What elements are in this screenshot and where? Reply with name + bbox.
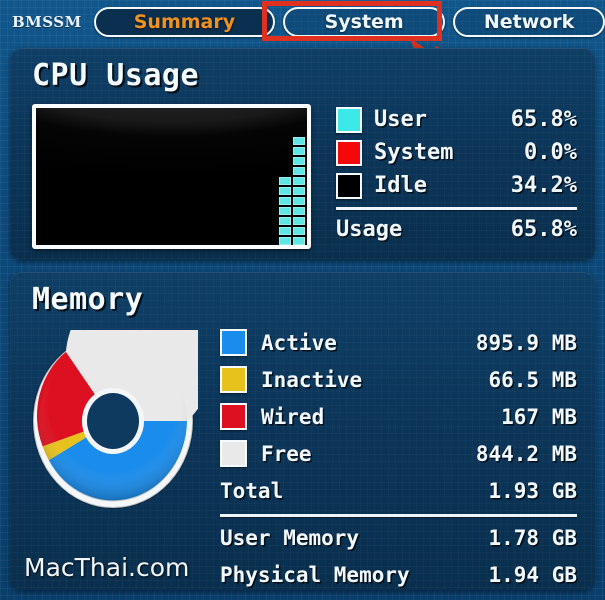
user-memory-value: 1.78 GB: [488, 526, 577, 550]
cpu-led-segment: [279, 217, 291, 225]
cpu-stat-row-idle: Idle 34.2%: [336, 169, 577, 202]
memory-legend-swatch-free: [220, 440, 247, 467]
cpu-stats-list: User 65.8% System 0.0% Idle 34.2% Usage …: [336, 103, 577, 246]
memory-stat-row-active: Active 895.9 MB: [220, 324, 577, 361]
memory-stat-label: Wired: [261, 404, 325, 429]
cpu-led-segment: [293, 137, 305, 145]
cpu-stat-row-user: User 65.8%: [336, 103, 577, 136]
cpu-led-segment: [279, 187, 291, 195]
memory-legend-swatch-active: [220, 329, 247, 356]
cpu-legend-swatch-system: [336, 139, 362, 166]
cpu-led-segment: [293, 197, 305, 205]
memory-stat-label: Free: [261, 441, 312, 466]
cpu-usage-panel: CPU Usage User 65.8% System 0.0% Idle 34…: [10, 48, 595, 260]
site-watermark: MacThai.com: [24, 553, 190, 582]
memory-stat-value: 844.2 MB: [475, 441, 577, 466]
tab-system[interactable]: System: [283, 7, 446, 37]
memory-panel-title: Memory: [32, 282, 144, 317]
cpu-led-segment: [293, 207, 305, 215]
user-memory-label: User Memory: [220, 526, 360, 550]
memory-total-label: Total: [220, 478, 284, 503]
cpu-led-segment: [293, 187, 305, 195]
memory-stats-divider: [220, 514, 577, 517]
memory-legend-swatch-wired: [220, 403, 247, 430]
memory-stat-row-free: Free 844.2 MB: [220, 435, 577, 472]
cpu-led-segment: [293, 227, 305, 235]
memory-stat-label: Inactive: [261, 367, 363, 392]
tab-network[interactable]: Network: [453, 7, 605, 37]
memory-legend-swatch-inactive: [220, 366, 247, 393]
memory-stat-row-wired: Wired 167 MB: [220, 398, 577, 435]
memory-donut-svg: [32, 278, 214, 509]
cpu-panel-title: CPU Usage: [32, 58, 200, 93]
cpu-legend-swatch-idle: [336, 172, 362, 199]
cpu-led-segment: [279, 227, 291, 235]
physical-memory-value: 1.94 GB: [488, 563, 577, 587]
cpu-graph-bars: [279, 137, 305, 245]
memory-stat-value: 167 MB: [501, 404, 577, 429]
cpu-stat-row-usage: Usage 65.8%: [336, 213, 577, 246]
cpu-stats-divider: [336, 207, 577, 210]
cpu-stat-label: System: [374, 140, 454, 165]
memory-total-value: 1.93 GB: [488, 478, 577, 503]
physical-memory-label: Physical Memory: [220, 563, 410, 587]
memory-panel: Memory Active 895.9 MB Inactive 66.5 MB …: [10, 272, 595, 590]
bmssm-widget: BMSSM Summary System Network CPU Usage U…: [0, 0, 605, 600]
cpu-led-segment: [279, 207, 291, 215]
cpu-led-segment: [293, 237, 305, 245]
cpu-led-segment: [293, 177, 305, 185]
cpu-stat-value: 65.8%: [510, 107, 577, 132]
cpu-led-segment: [293, 147, 305, 155]
tab-summary[interactable]: Summary: [93, 7, 276, 37]
cpu-led-segment: [279, 177, 291, 185]
cpu-legend-swatch-user: [336, 106, 362, 133]
cpu-usage-value: 65.8%: [510, 216, 577, 242]
cpu-history-graph[interactable]: [32, 104, 311, 249]
cpu-graph-canvas: [36, 108, 307, 245]
memory-stat-row-user-memory: User Memory 1.78 GB: [220, 520, 577, 557]
tab-bar: BMSSM Summary System Network: [0, 0, 605, 44]
memory-stats-list: Active 895.9 MB Inactive 66.5 MB Wired 1…: [220, 324, 577, 594]
cpu-stat-label: Idle: [374, 173, 427, 198]
cpu-graph-bar-column: [279, 177, 291, 245]
memory-stat-row-total: Total 1.93 GB: [220, 472, 577, 509]
memory-stat-value: 66.5 MB: [488, 367, 577, 392]
cpu-led-segment: [279, 237, 291, 245]
cpu-led-segment: [293, 217, 305, 225]
cpu-led-segment: [293, 167, 305, 175]
memory-donut-chart[interactable]: [28, 278, 214, 512]
cpu-led-segment: [293, 157, 305, 165]
cpu-stat-value: 34.2%: [510, 173, 577, 198]
memory-stat-row-physical-memory: Physical Memory 1.94 GB: [220, 557, 577, 594]
cpu-graph-bar-column: [293, 137, 305, 245]
cpu-usage-label: Usage: [336, 216, 403, 242]
memory-stat-value: 895.9 MB: [475, 330, 577, 355]
memory-stat-label: Active: [261, 330, 337, 355]
cpu-stat-value: 0.0%: [524, 140, 577, 165]
cpu-stat-label: User: [374, 107, 427, 132]
cpu-led-segment: [279, 197, 291, 205]
app-brand-label: BMSSM: [12, 13, 82, 31]
cpu-stat-row-system: System 0.0%: [336, 136, 577, 169]
memory-stat-row-inactive: Inactive 66.5 MB: [220, 361, 577, 398]
